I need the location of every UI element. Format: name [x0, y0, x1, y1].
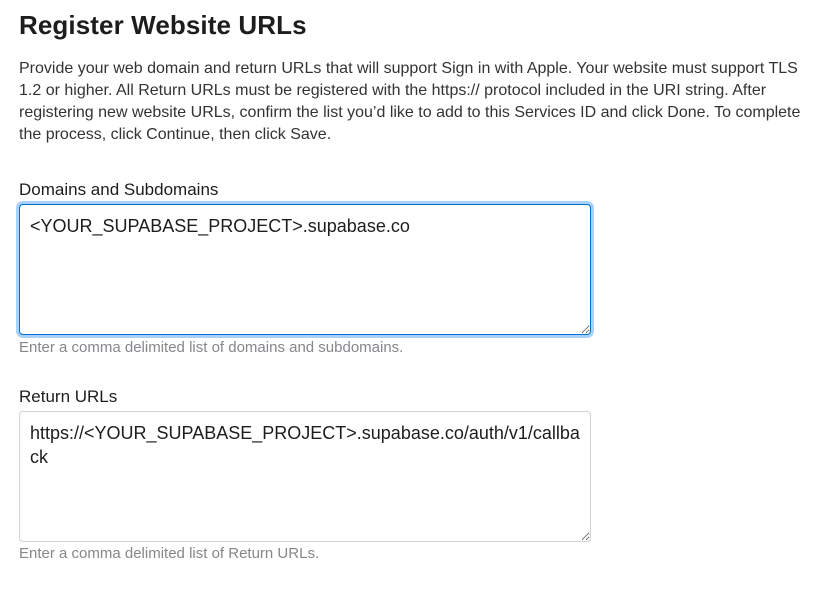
- domains-hint: Enter a comma delimited list of domains …: [19, 339, 404, 356]
- page-title: Register Website URLs: [19, 10, 307, 40]
- return-urls-hint: Enter a comma delimited list of Return U…: [19, 545, 320, 562]
- return-urls-textarea[interactable]: [19, 411, 591, 542]
- domains-label: Domains and Subdomains: [19, 180, 219, 199]
- return-urls-label: Return URLs: [19, 387, 118, 406]
- intro-description: Provide your web domain and return URLs …: [19, 60, 801, 143]
- domains-textarea[interactable]: [19, 204, 591, 335]
